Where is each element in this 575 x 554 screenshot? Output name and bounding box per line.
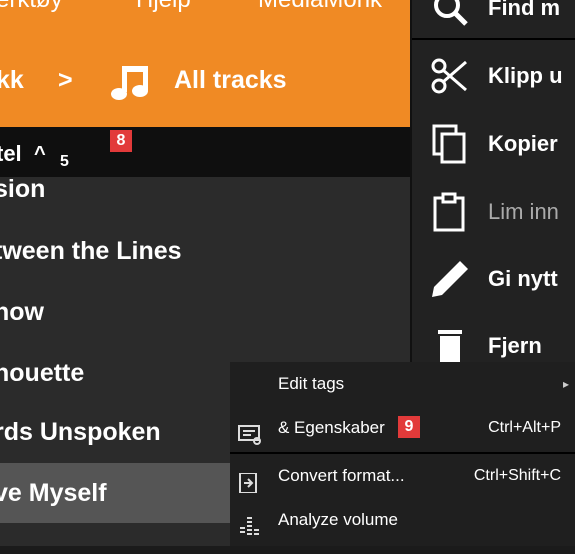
menu-item-label: Convert format... (278, 466, 405, 485)
shortcut-label: Ctrl+Alt+P (488, 419, 561, 436)
properties-icon (238, 418, 262, 445)
chevron-right-icon: ▸ (562, 377, 569, 391)
menu-item-label: Gi nytt (488, 266, 558, 291)
copy-icon (430, 124, 470, 164)
table-row-selected[interactable]: ve Myself (0, 463, 232, 523)
pencil-icon (430, 259, 470, 299)
track-title: ve Myself (0, 479, 107, 507)
menu-tools[interactable]: erktøy (0, 0, 63, 14)
scissors-icon (430, 56, 470, 96)
search-icon (430, 0, 470, 28)
menu-item-label: Edit tags (278, 374, 345, 393)
track-title: tween the Lines (0, 237, 182, 265)
convert-icon (238, 466, 262, 494)
callout-badge-8: 8 (110, 130, 132, 152)
track-title: now (0, 298, 44, 326)
menu-item-label: Analyze volume (278, 510, 399, 529)
menu-item-label: Fjern (488, 333, 542, 358)
menu-item-convert-format[interactable]: Convert format... Ctrl+Shift+C (230, 454, 575, 498)
menu-item-label: Lim inn (488, 199, 559, 224)
track-title: sion (0, 175, 46, 203)
context-menu: Find m Klipp u Kopier Lim inn Gi nytt Fj… (410, 0, 575, 364)
menu-item-analyze-volume[interactable]: Analyze volume (230, 498, 575, 542)
menu-item-label: Kopier (488, 131, 558, 156)
track-title: houette (0, 359, 85, 387)
submenu: Edit tags ▸ & Egenskaber Ctrl+Alt+P 9 Co… (230, 362, 575, 546)
volume-bars-icon (238, 510, 262, 535)
track-title: rds Unspoken (0, 418, 161, 446)
shortcut-label: Ctrl+Shift+C (473, 467, 561, 484)
menu-item-edit-tags[interactable]: Edit tags ▸ (230, 362, 575, 406)
trash-icon (430, 326, 470, 366)
menu-item-label: Klipp u (488, 63, 563, 88)
breadcrumb-separator: > (58, 66, 73, 94)
menu-item-label: Find m (488, 0, 561, 20)
breadcrumb-current[interactable]: All tracks (174, 66, 287, 95)
menu-mediamonkey[interactable]: MediaMonk (258, 0, 382, 14)
music-note-icon (108, 60, 154, 106)
divider (412, 38, 575, 40)
menu-item-label: & Egenskaber (278, 418, 385, 437)
menu-help[interactable]: Hjelp (136, 0, 191, 14)
clipboard-icon (430, 192, 470, 232)
breadcrumb-parent[interactable]: kk (0, 66, 24, 95)
callout-badge-9: 9 (398, 416, 420, 438)
